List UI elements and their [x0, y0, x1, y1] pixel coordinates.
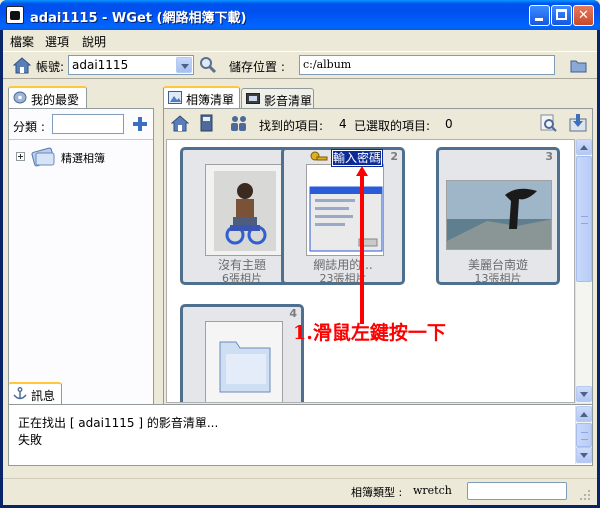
messages-panel: 正在找出 [ adai1115 ] 的影音清單... 失敗 — [8, 404, 593, 466]
home-icon[interactable] — [171, 115, 189, 132]
home-icon[interactable] — [13, 57, 31, 74]
maximize-button[interactable] — [551, 5, 572, 26]
photo-album-icon — [31, 147, 55, 167]
client-area: 檔案 選項 說明 帳號: adai1115 儲存位置 : c:/album 我的… — [3, 30, 597, 505]
click-instruction-text: 1.滑鼠左鍵按一下 — [293, 322, 446, 344]
messages-tab-label: 訊息 — [31, 389, 56, 403]
title-bar[interactable]: adai1115 - WGet (網路相簿下載) ✕ — [0, 0, 600, 30]
tab-messages[interactable]: 訊息 — [8, 382, 62, 404]
album-index: 3 — [545, 150, 553, 163]
search-page-icon[interactable] — [539, 114, 557, 132]
download-icon[interactable] — [569, 113, 587, 132]
album-type-value: wretch — [413, 484, 452, 497]
tree-expand-toggle[interactable] — [16, 152, 25, 161]
magnifier-icon[interactable] — [199, 56, 217, 74]
album-thumbnail — [306, 164, 384, 256]
divider — [9, 139, 153, 140]
selected-items-label: 已選取的項目: — [354, 119, 431, 133]
account-label: 帳號: — [36, 60, 65, 74]
media-list-tab-label: 影音清單 — [264, 94, 313, 108]
found-items-count: 4 — [339, 117, 347, 131]
album-thumbnail — [205, 321, 283, 402]
found-items-label: 找到的項目: — [259, 119, 324, 133]
close-button[interactable]: ✕ — [573, 5, 594, 26]
favorites-panel: 分類 : 精選相簿 — [8, 108, 154, 405]
tab-album-list[interactable]: 相簿清單 — [163, 86, 240, 108]
save-location-label: 儲存位置 : — [229, 60, 285, 74]
save-location-input[interactable]: c:/album — [299, 55, 555, 75]
anchor-icon — [13, 387, 27, 400]
album-photo-count: 23張相片 — [319, 272, 367, 285]
menu-help[interactable]: 說明 — [82, 33, 106, 50]
scroll-down-button[interactable] — [576, 386, 592, 402]
app-window: adai1115 - WGet (網路相簿下載) ✕ 檔案 選項 說明 帳號: … — [0, 0, 600, 508]
scroll-thumb[interactable] — [576, 156, 592, 282]
scroll-thumb[interactable] — [576, 423, 592, 447]
album-card[interactable]: 2 網誌用的... 23張相片 — [281, 147, 405, 285]
status-progress-field — [467, 482, 567, 500]
album-thumbnail — [205, 164, 283, 256]
chevron-down-icon[interactable] — [176, 57, 192, 73]
scroll-up-button[interactable] — [576, 139, 592, 155]
disk-icon — [13, 91, 27, 104]
minimize-button[interactable] — [529, 5, 550, 26]
category-label: 分類 : — [13, 120, 45, 134]
users-icon[interactable] — [230, 114, 248, 132]
album-card[interactable]: 4 — [180, 304, 304, 402]
window-title: adai1115 - WGet (網路相簿下載) — [30, 11, 247, 26]
account-toolbar: 帳號: adai1115 儲存位置 : c:/album — [3, 51, 597, 79]
album-list-tab-label: 相簿清單 — [186, 93, 235, 107]
menu-file[interactable]: 檔案 — [10, 33, 34, 50]
album-thumbnail — [446, 180, 552, 250]
selected-items-count: 0 — [445, 117, 453, 131]
screenshot-photo — [307, 165, 383, 255]
plus-icon[interactable] — [133, 117, 147, 131]
album-index: 2 — [390, 150, 398, 163]
tree-item-featured-albums[interactable]: 精選相簿 — [61, 150, 105, 166]
category-input[interactable] — [52, 114, 124, 134]
account-value: adai1115 — [72, 58, 129, 72]
menu-options[interactable]: 選項 — [45, 33, 69, 50]
book-icon[interactable] — [200, 114, 214, 132]
status-bar: 相簿類型 : wretch — [3, 478, 597, 505]
folder-icon[interactable] — [570, 58, 588, 73]
menu-bar: 檔案 選項 說明 — [3, 30, 597, 50]
album-grid-scrollbar[interactable] — [575, 139, 592, 403]
album-type-label: 相簿類型 : — [351, 486, 403, 499]
key-icon — [310, 151, 328, 161]
message-line: 正在找出 [ adai1115 ] 的影音清單... — [18, 416, 219, 430]
messages-scrollbar[interactable] — [575, 406, 592, 464]
password-entry-box[interactable]: 輸入密碼 — [331, 149, 383, 167]
favorites-tab-label: 我的最愛 — [31, 93, 80, 107]
scroll-down-button[interactable] — [576, 447, 592, 463]
tab-favorites[interactable]: 我的最愛 — [8, 86, 87, 108]
save-location-value: c:/album — [303, 58, 352, 71]
red-arrow — [356, 166, 368, 324]
film-icon — [246, 93, 260, 104]
album-photo-count: 13張相片 — [474, 272, 522, 285]
seaside-photo — [447, 181, 551, 249]
message-line: 失敗 — [18, 433, 43, 447]
folder-photo — [206, 322, 282, 402]
account-combo[interactable]: adai1115 — [68, 55, 194, 75]
photo-icon — [168, 91, 182, 104]
wget-app-icon — [6, 6, 24, 24]
resize-grip-icon[interactable] — [579, 489, 591, 501]
album-card[interactable]: 3 美麗台南遊 13張相片 — [436, 147, 560, 285]
person-on-bike-photo — [206, 165, 282, 255]
scroll-up-button[interactable] — [576, 406, 592, 422]
tab-media-list[interactable]: 影音清單 — [241, 88, 314, 108]
